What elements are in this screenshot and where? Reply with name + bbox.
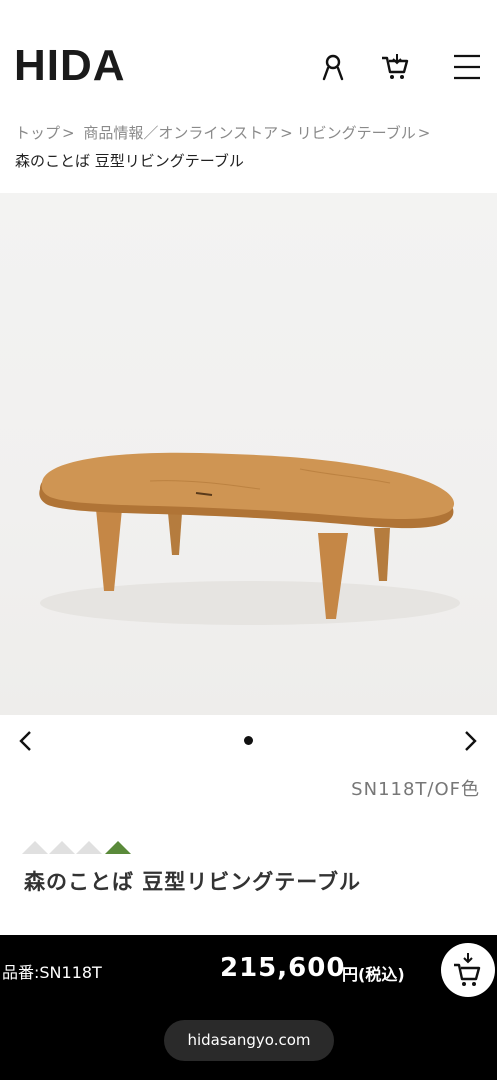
cart-icon[interactable] [380,52,410,82]
breadcrumb-link-products[interactable]: 商品情報／オンラインストア [83,124,278,142]
breadcrumb-separator: > [62,124,75,142]
price-unit: 円(税込) [342,965,405,984]
menu-icon[interactable] [452,52,482,82]
breadcrumb-separator: > [417,124,431,142]
browser-url-pill[interactable]: hidasangyo.com [164,1020,334,1061]
product-title: 森のことば 豆型リビングテーブル [24,870,362,894]
purchase-bar: 品番:SN118T 215,600 円(税込) hidasangyo.com [0,935,497,1080]
breadcrumb: トップ > 商品情報／オンラインストア > リビングテーブル > 森のことば 豆型リビン… [15,120,485,174]
product-code-caption: SN118T/OF色 [351,779,480,800]
site-header: HIDA [0,0,497,112]
mountain-mark [76,841,102,854]
sku-label: 品番:SN118T [2,963,102,982]
breadcrumb-link-living-tables[interactable]: リビングテーブル [297,124,416,142]
user-icon[interactable] [318,52,348,82]
mountain-mark [22,841,48,854]
mountain-mark [49,841,75,854]
site-logo[interactable]: HIDA [14,44,126,88]
chevron-right-icon[interactable] [458,729,482,753]
price-value: 215,600 [220,953,346,983]
breadcrumb-separator: > [280,124,293,142]
table-illustration [39,452,460,625]
chevron-left-icon[interactable] [14,729,38,753]
add-to-cart-button[interactable] [441,943,495,997]
breadcrumb-link-top[interactable]: トップ [15,124,60,142]
mountain-mark-filled [105,841,131,854]
product-image[interactable] [0,193,497,715]
rating-mountains [22,838,134,856]
cart-add-icon [454,953,481,986]
breadcrumb-current: 森のことば 豆型リビングテーブル [15,152,244,170]
gallery-dot-active[interactable] [244,736,253,745]
